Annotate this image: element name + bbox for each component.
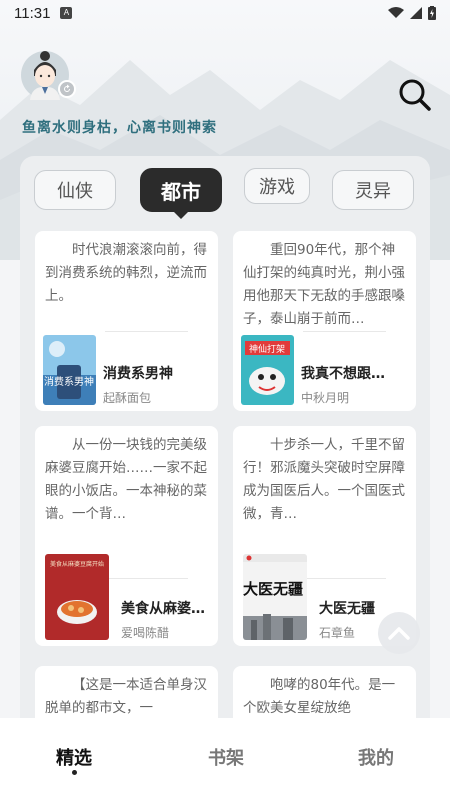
book-description: 重回90年代，那个神仙打架的纯真时光，荆小强用他那天下无敌的手感跟嗓子，泰山崩于… bbox=[243, 242, 405, 327]
signal-icon bbox=[410, 7, 422, 19]
refresh-icon[interactable] bbox=[58, 80, 76, 98]
svg-text:大医无疆: 大医无疆 bbox=[243, 580, 303, 598]
search-icon bbox=[399, 79, 431, 111]
tab-xianxia[interactable]: 仙侠 bbox=[34, 170, 116, 210]
book-title: 大医无疆 bbox=[319, 601, 375, 617]
wifi-icon bbox=[388, 7, 404, 18]
book-description: 时代浪潮滚滚向前，得到消费系统的韩烈，逆流而上。 bbox=[45, 242, 207, 304]
book-author: 起酥面包 bbox=[103, 391, 152, 405]
book-card[interactable]: 时代浪潮滚滚向前，得到消费系统的韩烈，逆流而上。 消费系男神 消费系男神 起酥面… bbox=[35, 231, 218, 411]
card-divider bbox=[303, 331, 386, 332]
status-bar: 11:31 A bbox=[0, 0, 450, 26]
battery-icon bbox=[428, 6, 436, 20]
svg-text:美食从麻婆豆腐开始: 美食从麻婆豆腐开始 bbox=[50, 560, 104, 568]
book-author: 爱喝陈醋 bbox=[121, 626, 170, 640]
nav-featured[interactable]: 精选 bbox=[56, 744, 92, 770]
search-button[interactable] bbox=[396, 76, 432, 112]
notification-badge: A bbox=[60, 7, 73, 19]
status-time: 11:31 bbox=[14, 4, 51, 22]
card-divider bbox=[303, 578, 386, 579]
slogan-text: 鱼离水则身枯，心离书则神索 bbox=[22, 120, 217, 136]
book-author: 石章鱼 bbox=[319, 626, 356, 640]
tab-youxi[interactable]: 游戏 bbox=[244, 168, 310, 204]
back-to-top-button[interactable] bbox=[378, 612, 420, 654]
book-title: 我真不想跟… bbox=[301, 366, 385, 382]
book-cover: 美食从麻婆豆腐开始 bbox=[45, 554, 109, 640]
book-title: 消费系男神 bbox=[103, 366, 173, 382]
book-cover: 消费系男神 bbox=[43, 335, 96, 405]
active-indicator bbox=[72, 770, 77, 775]
tab-dushi[interactable]: 都市 bbox=[140, 168, 222, 219]
book-description: 十步杀一人，千里不留行！邪派魔头突破时空屏障成为国医后人。一个国医式微，青… bbox=[243, 437, 405, 522]
nav-bookshelf[interactable]: 书架 bbox=[208, 744, 244, 770]
card-divider bbox=[105, 331, 188, 332]
book-card[interactable]: 从一份一块钱的完美级麻婆豆腐开始……一家不起眼的小饭店。一本神秘的菜谱。一个背…… bbox=[35, 426, 218, 646]
book-description: 从一份一块钱的完美级麻婆豆腐开始……一家不起眼的小饭店。一本神秘的菜谱。一个背… bbox=[45, 437, 207, 522]
card-divider bbox=[105, 578, 188, 579]
category-tabs: 仙侠 都市 游戏 灵异 bbox=[20, 168, 430, 228]
nav-profile[interactable]: 我的 bbox=[358, 744, 394, 770]
avatar[interactable] bbox=[20, 50, 76, 100]
book-card[interactable]: 重回90年代，那个神仙打架的纯真时光，荆小强用他那天下无敌的手感跟嗓子，泰山崩于… bbox=[233, 231, 416, 411]
book-cover: 神仙打架 bbox=[241, 335, 294, 405]
svg-text:消费系男神: 消费系男神 bbox=[44, 375, 94, 388]
category-panel: 仙侠 都市 游戏 灵异 时代浪潮滚滚向前，得到消费系统的韩烈，逆流而上。 消费系… bbox=[20, 156, 430, 756]
bottom-navigation: 精选 书架 我的 bbox=[0, 718, 450, 800]
book-card[interactable]: 十步杀一人，千里不留行！邪派魔头突破时空屏障成为国医后人。一个国医式微，青… 大… bbox=[233, 426, 416, 646]
chevron-up-icon bbox=[388, 627, 410, 640]
book-cover: 大医无疆 bbox=[243, 554, 307, 640]
tab-lingyi[interactable]: 灵异 bbox=[332, 170, 414, 210]
book-author: 中秋月明 bbox=[301, 391, 350, 405]
svg-text:神仙打架: 神仙打架 bbox=[249, 343, 285, 355]
book-title: 美食从麻婆… bbox=[121, 601, 205, 617]
